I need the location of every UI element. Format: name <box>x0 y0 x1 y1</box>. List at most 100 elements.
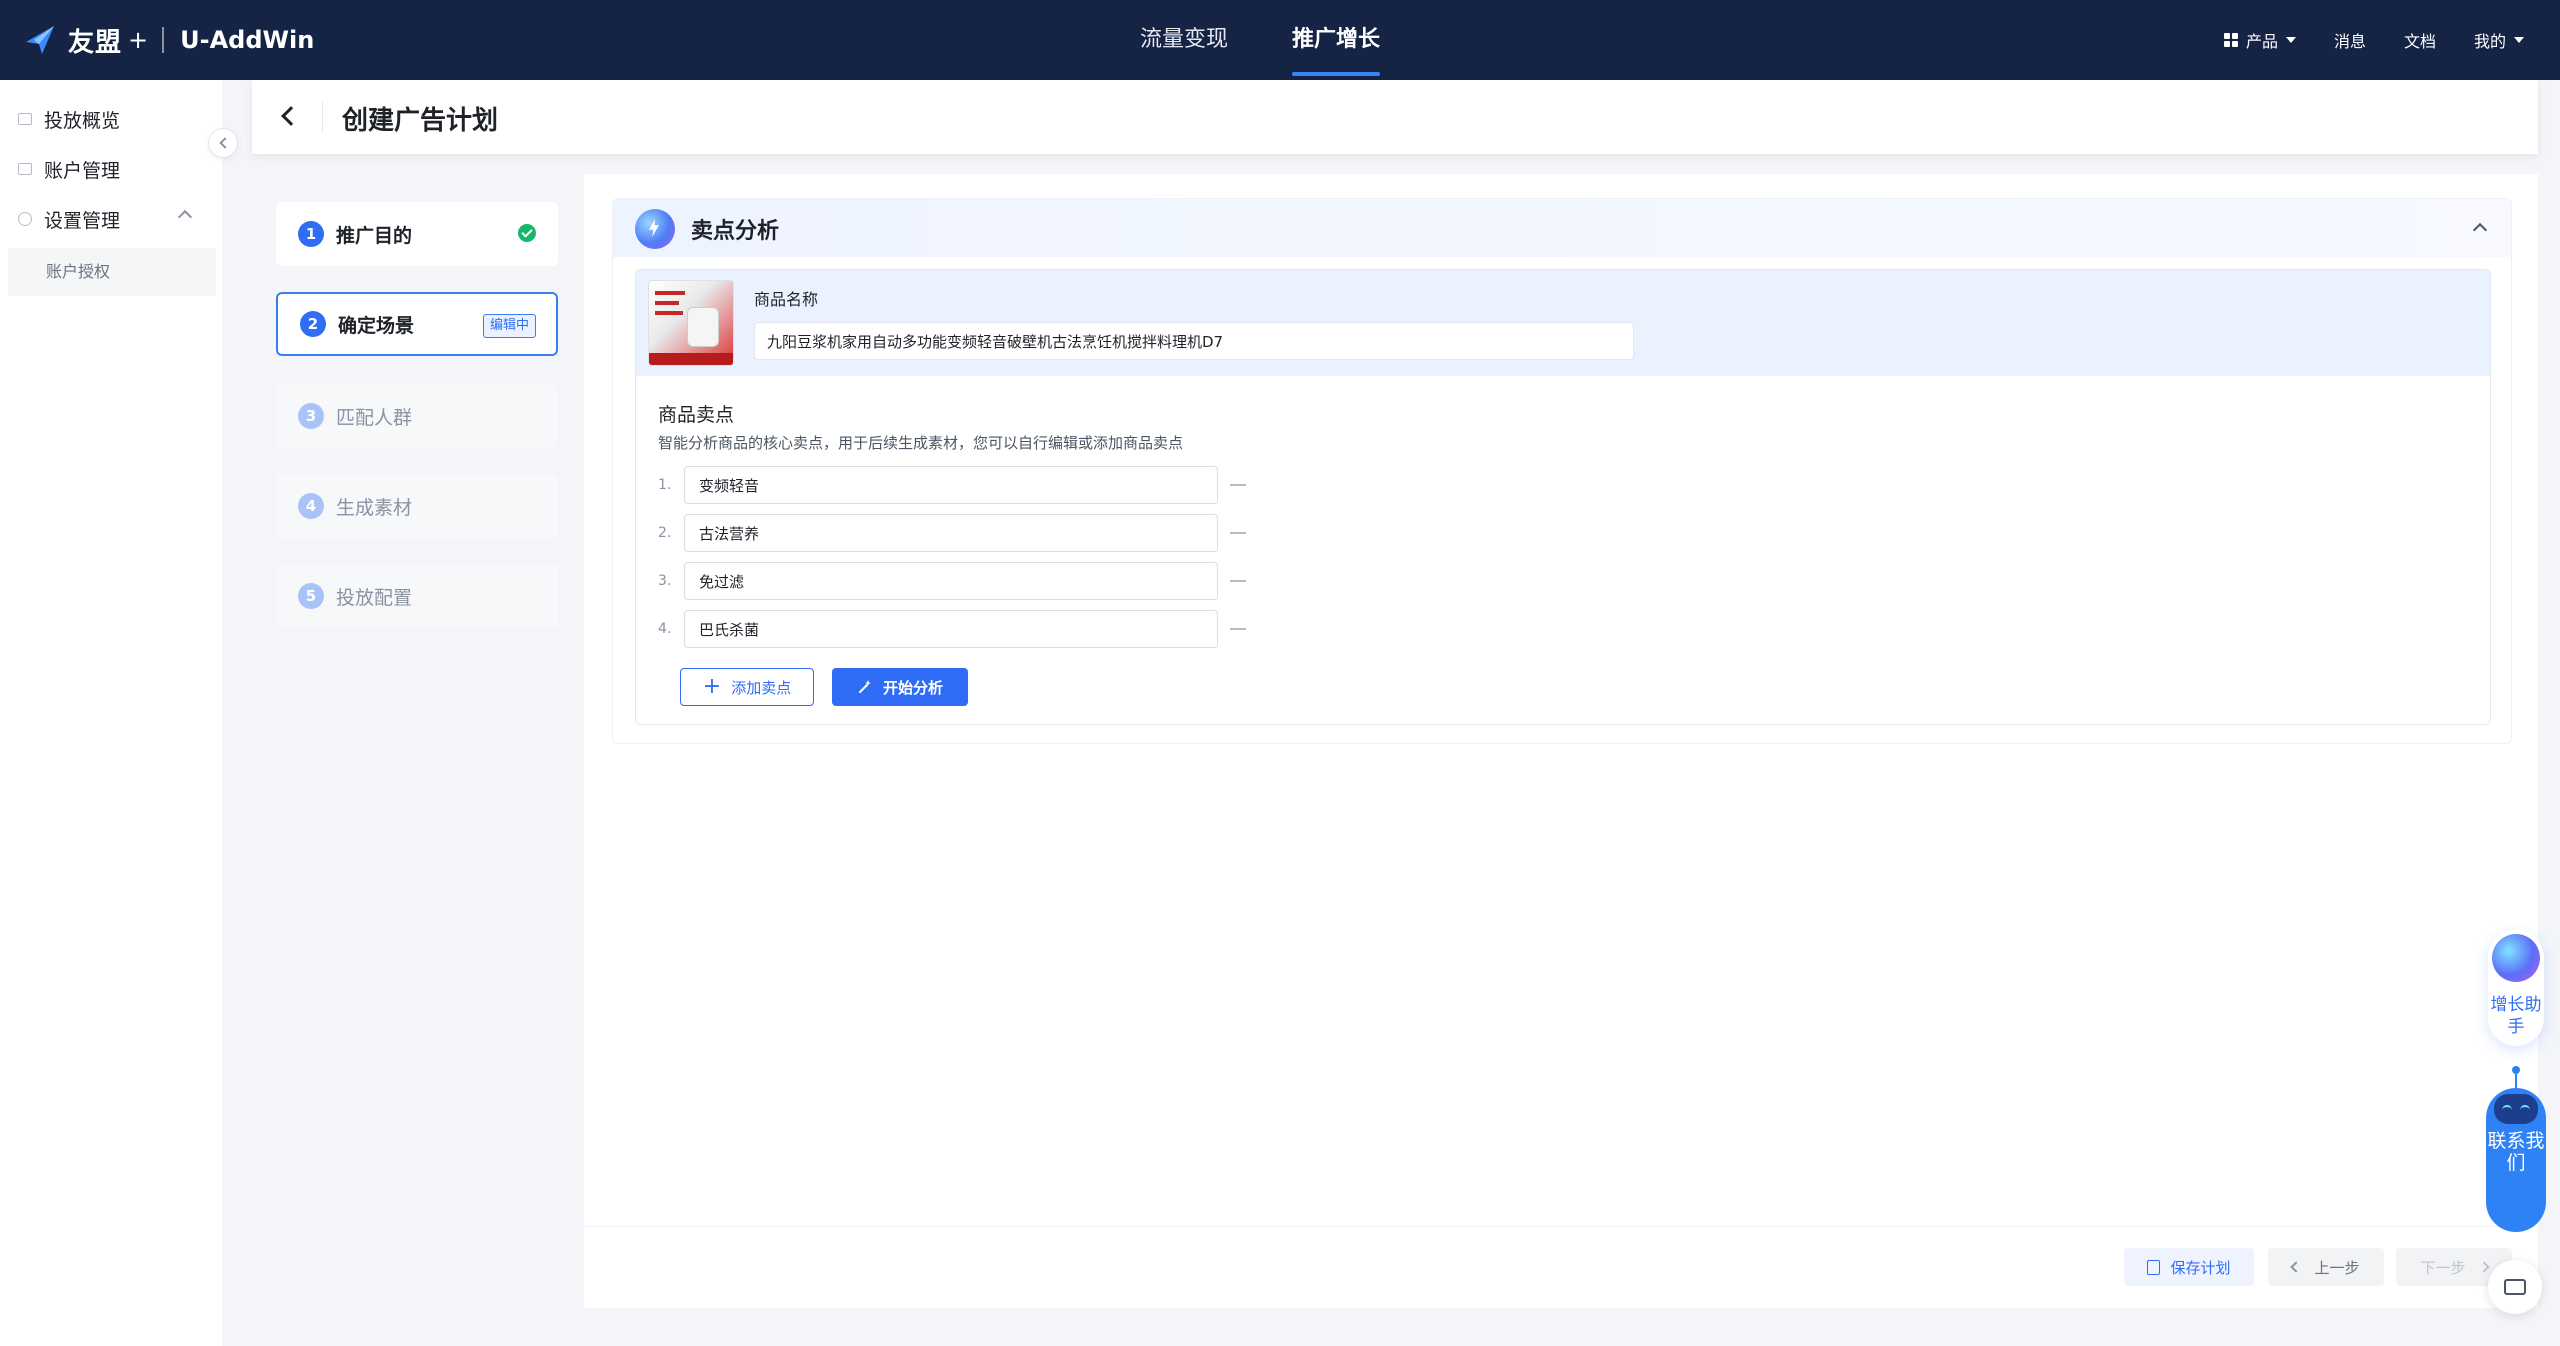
contact-label: 联系我们 <box>2487 1130 2545 1174</box>
nav-tab-traffic[interactable]: 流量变现 <box>1140 0 1228 80</box>
chat-icon <box>2504 1279 2526 1295</box>
selling-points-description: 智能分析商品的核心卖点，用于后续生成素材，您可以自行编辑或添加商品卖点 <box>658 434 1184 452</box>
step-delivery[interactable]: 5 投放配置 <box>276 564 558 628</box>
step-number: 2 <box>300 311 326 337</box>
brand-name: 友盟 <box>68 27 123 58</box>
remove-icon[interactable] <box>1230 628 1246 630</box>
selling-point-row: 2. <box>658 514 1246 552</box>
top-nav: 友盟 + U-AddWin 流量变现 推广增长 产品 消息 文档 我的 <box>0 0 2560 80</box>
step-label: 匹配人群 <box>336 406 413 429</box>
main-panel: 卖点分析 商品名称 商品卖点 智能分析商品的核心卖点，用于后续生成素材，您可以自… <box>584 174 2538 1308</box>
list-icon <box>18 113 32 125</box>
step-label: 生成素材 <box>336 496 413 519</box>
selling-point-row: 1. <box>658 466 1246 504</box>
sidebar-collapse-button[interactable] <box>208 128 238 158</box>
sidebar: 投放概览 账户管理 设置管理 账户授权 <box>0 80 222 1346</box>
selling-point-index: 4. <box>658 621 672 637</box>
caret-down-icon <box>2285 37 2296 43</box>
selling-point-analysis-card: 卖点分析 商品名称 商品卖点 智能分析商品的核心卖点，用于后续生成素材，您可以自… <box>612 198 2512 744</box>
robot-icon <box>2494 1094 2538 1124</box>
step-purpose[interactable]: 1 推广目的 <box>276 202 558 266</box>
contact-us-widget[interactable]: 联系我们 <box>2486 1066 2546 1232</box>
analyze-button-label: 开始分析 <box>882 678 943 697</box>
brand-separator <box>162 27 165 53</box>
nav-tab-growth[interactable]: 推广增长 <box>1292 0 1381 80</box>
sidebar-item-label: 设置管理 <box>44 209 121 232</box>
chevron-up-icon[interactable] <box>2472 222 2488 238</box>
nav-mine-label: 我的 <box>2473 32 2506 51</box>
page-title: 创建广告计划 <box>342 106 499 136</box>
chevron-right-icon <box>2477 1261 2490 1273</box>
step-label: 投放配置 <box>336 586 413 609</box>
chevron-left-icon <box>218 137 231 149</box>
sidebar-item-overview[interactable]: 投放概览 <box>18 104 120 134</box>
sidebar-item-accounts[interactable]: 账户管理 <box>18 154 120 184</box>
card-header[interactable]: 卖点分析 <box>613 199 2511 257</box>
sparkle-orb-icon <box>635 209 675 249</box>
selling-point-row: 3. <box>658 562 1246 600</box>
step-number: 5 <box>298 583 324 609</box>
step-number: 3 <box>298 403 324 429</box>
nav-mine-menu[interactable]: 我的 <box>2474 28 2524 52</box>
selling-point-input[interactable] <box>684 514 1218 552</box>
sidebar-item-label: 投放概览 <box>44 109 121 132</box>
footer-divider <box>584 1226 2538 1227</box>
nav-messages[interactable]: 消息 <box>2334 28 2366 52</box>
selling-point-input[interactable] <box>684 562 1218 600</box>
remove-icon[interactable] <box>1230 580 1246 582</box>
save-label: 保存计划 <box>2170 1258 2231 1277</box>
previous-step-button[interactable]: 上一步 <box>2268 1248 2384 1286</box>
start-analysis-button[interactable]: 开始分析 <box>832 668 968 706</box>
card-title: 卖点分析 <box>691 219 780 244</box>
back-icon[interactable] <box>281 106 301 126</box>
brand-subtitle: U-AddWin <box>180 26 315 54</box>
selling-point-input[interactable] <box>684 466 1218 504</box>
chevron-up-icon[interactable] <box>177 209 193 225</box>
nav-product-menu[interactable]: 产品 <box>2223 28 2296 52</box>
add-selling-point-button[interactable]: + 添加卖点 <box>680 668 814 706</box>
header-divider <box>322 102 323 132</box>
step-number: 1 <box>298 221 324 247</box>
growth-assistant-widget[interactable]: 增长助手 <box>2488 930 2544 1046</box>
gear-icon <box>18 212 32 226</box>
step-audience[interactable]: 3 匹配人群 <box>276 384 558 448</box>
save-plan-button[interactable]: 保存计划 <box>2124 1248 2254 1286</box>
brand[interactable]: 友盟 + U-AddWin <box>20 16 314 64</box>
add-button-label: 添加卖点 <box>731 678 792 697</box>
next-label: 下一步 <box>2420 1258 2466 1277</box>
step-materials[interactable]: 4 生成素材 <box>276 474 558 538</box>
plus-icon: + <box>702 674 722 699</box>
selling-point-row: 4. <box>658 610 1246 648</box>
chat-button[interactable] <box>2488 1260 2542 1314</box>
antenna-stick <box>2515 1074 2517 1088</box>
brand-logo-icon <box>26 26 54 54</box>
grid-icon <box>2223 33 2238 47</box>
step-label: 确定场景 <box>338 314 415 337</box>
product-thumbnail <box>648 280 734 366</box>
brand-plus: + <box>128 26 149 54</box>
save-icon <box>2147 1259 2161 1275</box>
step-scene[interactable]: 2 确定场景 编辑中 <box>276 292 558 356</box>
sidebar-item-label: 账户管理 <box>44 159 121 182</box>
selling-point-index: 2. <box>658 525 672 541</box>
prev-label: 上一步 <box>2314 1258 2360 1277</box>
remove-icon[interactable] <box>1230 532 1246 534</box>
nav-right: 产品 消息 文档 我的 <box>2186 0 2524 80</box>
product-name-input[interactable] <box>754 322 1634 360</box>
step-number: 4 <box>298 493 324 519</box>
selling-point-input[interactable] <box>684 610 1218 648</box>
sidebar-item-settings[interactable]: 设置管理 <box>18 204 120 234</box>
analysis-content: 商品名称 商品卖点 智能分析商品的核心卖点，用于后续生成素材，您可以自行编辑或添… <box>635 269 2491 725</box>
account-icon <box>18 163 32 175</box>
assistant-label: 增长助手 <box>2490 995 2542 1037</box>
remove-icon[interactable] <box>1230 484 1246 486</box>
chevron-left-icon <box>2290 1261 2303 1273</box>
product-name-label: 商品名称 <box>754 290 819 309</box>
nav-tabs: 流量变现 推广增长 <box>1140 0 1444 80</box>
page-header: 创建广告计划 <box>252 80 2538 154</box>
nav-product-label: 产品 <box>2245 32 2278 51</box>
sidebar-subitem-authorization[interactable]: 账户授权 <box>8 248 216 296</box>
selling-point-index: 3. <box>658 573 672 589</box>
nav-docs[interactable]: 文档 <box>2404 28 2436 52</box>
magic-wand-icon <box>858 680 871 693</box>
